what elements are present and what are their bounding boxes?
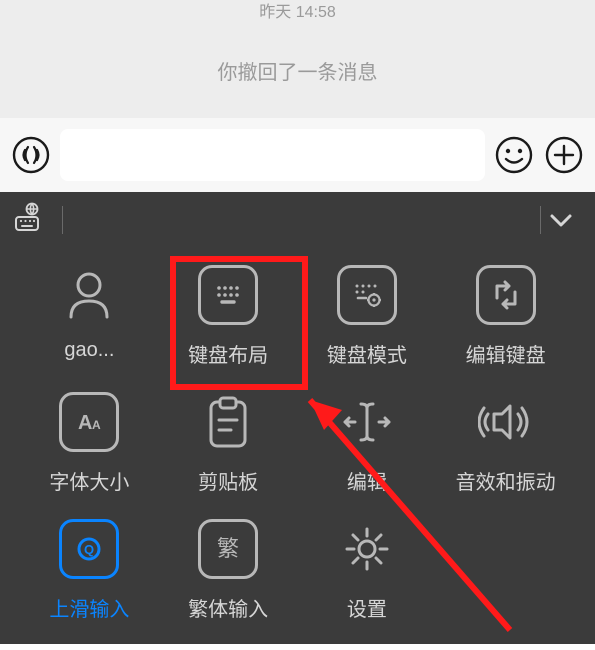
clipboard-icon xyxy=(203,394,253,450)
svg-text:A: A xyxy=(92,418,101,432)
grid-item-traditional-input[interactable]: 繁 繁体输入 xyxy=(159,519,298,622)
grid-item-edit[interactable]: 编辑 xyxy=(298,392,437,495)
keyboard-settings-grid: gao... 键盘布局 xyxy=(0,247,595,622)
message-input-bar xyxy=(0,118,595,192)
smiley-icon xyxy=(494,135,534,175)
grid-item-label: gao... xyxy=(64,339,114,362)
message-text-input[interactable] xyxy=(60,129,485,181)
edit-keyboard-icon xyxy=(491,280,521,310)
grid-item-sound-vibration[interactable]: 音效和振动 xyxy=(436,392,575,495)
grid-item-label: 设置 xyxy=(347,593,387,622)
grid-item-label: 剪贴板 xyxy=(198,466,258,495)
chevron-down-icon xyxy=(548,207,574,233)
globe-keyboard-icon xyxy=(14,202,44,232)
gear-icon xyxy=(341,523,393,575)
svg-text:Q: Q xyxy=(84,542,94,557)
sound-vibration-icon xyxy=(478,394,534,450)
svg-text:A: A xyxy=(78,412,92,434)
grid-item-label: 繁体输入 xyxy=(188,593,268,622)
grid-item-label: 音效和振动 xyxy=(456,466,556,495)
emoji-button[interactable] xyxy=(493,134,535,176)
edit-cursor-icon xyxy=(339,394,395,450)
grid-item-font-size[interactable]: A A 字体大小 xyxy=(20,392,159,495)
chat-timestamp: 昨天 14:58 xyxy=(259,0,336,22)
keyboard-mode-icon xyxy=(350,278,384,312)
grid-item-edit-keyboard[interactable]: 编辑键盘 xyxy=(436,265,575,368)
grid-item-clipboard[interactable]: 剪贴板 xyxy=(159,392,298,495)
sound-wave-icon xyxy=(11,135,51,175)
keyboard-layout-icon xyxy=(213,280,243,310)
voice-input-button[interactable] xyxy=(10,134,52,176)
chat-area: 昨天 14:58 你撤回了一条消息 xyxy=(0,0,595,118)
grid-item-label: 编辑键盘 xyxy=(466,339,546,368)
grid-item-account[interactable]: gao... xyxy=(20,265,159,368)
swipe-input-icon: Q xyxy=(74,534,104,564)
more-actions-button[interactable] xyxy=(543,134,585,176)
grid-item-label: 上滑输入 xyxy=(49,593,129,622)
grid-item-settings[interactable]: 设置 xyxy=(298,519,437,622)
traditional-icon: 繁 xyxy=(213,534,243,564)
grid-item-keyboard-layout[interactable]: 键盘布局 xyxy=(159,265,298,368)
grid-item-label: 键盘布局 xyxy=(188,339,268,368)
toolbar-divider xyxy=(62,206,63,234)
font-size-icon: A A xyxy=(72,405,106,439)
grid-item-label: 字体大小 xyxy=(49,466,129,495)
plus-circle-icon xyxy=(544,135,584,175)
keyboard-settings-panel: gao... 键盘布局 xyxy=(0,192,595,644)
grid-item-label: 键盘模式 xyxy=(327,339,407,368)
globe-keyboard-button[interactable] xyxy=(14,202,44,237)
keyboard-toolbar xyxy=(0,192,595,247)
svg-text:繁: 繁 xyxy=(217,536,239,561)
grid-item-keyboard-mode[interactable]: 键盘模式 xyxy=(298,265,437,368)
grid-item-label: 编辑 xyxy=(347,466,387,495)
collapse-panel-button[interactable] xyxy=(541,200,581,240)
grid-item-swipe-input[interactable]: Q 上滑输入 xyxy=(20,519,159,622)
user-icon xyxy=(61,267,117,323)
recall-message: 你撤回了一条消息 xyxy=(218,56,378,85)
